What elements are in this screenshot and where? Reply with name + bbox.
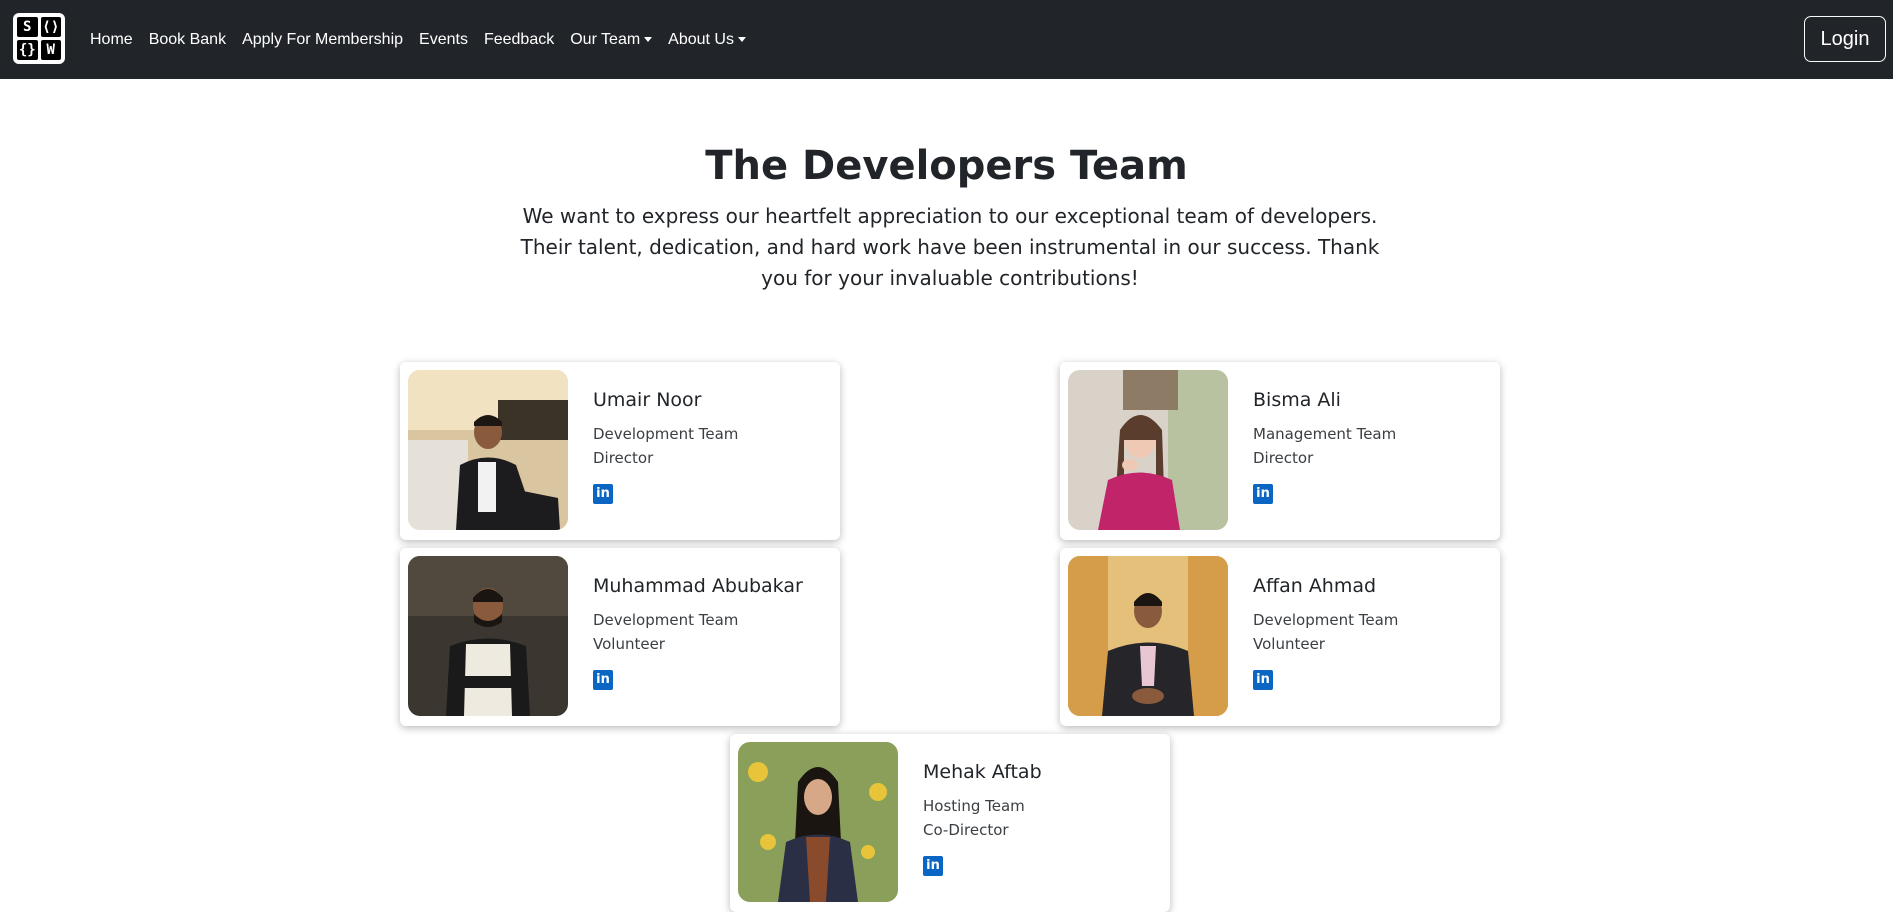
nav-our-team-dropdown[interactable]: Our Team bbox=[570, 30, 653, 49]
member-role: Director bbox=[593, 449, 654, 467]
member-photo bbox=[738, 742, 898, 902]
nav-menu: Home Book Bank Apply For Membership Even… bbox=[90, 0, 762, 79]
page-title: The Developers Team bbox=[705, 143, 1188, 189]
nav-about-us-label: About Us bbox=[668, 30, 734, 48]
member-team: Development Team bbox=[593, 611, 739, 629]
nav-apply-membership[interactable]: Apply For Membership bbox=[242, 31, 403, 49]
member-photo bbox=[1068, 370, 1228, 530]
member-team: Development Team bbox=[1253, 611, 1399, 629]
member-name: Umair Noor bbox=[593, 389, 702, 411]
member-card: Muhammad Abubakar Development Team Volun… bbox=[400, 548, 840, 726]
member-role: Co-Director bbox=[923, 821, 1009, 839]
member-name: Muhammad Abubakar bbox=[593, 575, 803, 597]
member-card: Umair Noor Development Team Director in bbox=[400, 362, 840, 540]
login-button[interactable]: Login bbox=[1804, 16, 1886, 62]
member-role: Volunteer bbox=[593, 635, 665, 653]
member-team: Development Team bbox=[593, 425, 739, 443]
nav-events[interactable]: Events bbox=[419, 31, 468, 49]
member-card: Mehak Aftab Hosting Team Co-Director in bbox=[730, 734, 1170, 912]
intro-text: We want to express our heartfelt appreci… bbox=[520, 204, 1380, 290]
member-team: Hosting Team bbox=[923, 797, 1025, 815]
logo-cell: S bbox=[17, 17, 38, 37]
caret-down-icon bbox=[644, 36, 653, 42]
linkedin-icon[interactable]: in bbox=[923, 856, 943, 876]
member-name: Bisma Ali bbox=[1253, 389, 1341, 411]
member-name: Affan Ahmad bbox=[1253, 575, 1377, 597]
linkedin-icon[interactable]: in bbox=[1253, 670, 1273, 690]
logo-cell: ⟨⟩ bbox=[40, 17, 61, 37]
member-role: Director bbox=[1253, 449, 1314, 467]
member-photo bbox=[408, 556, 568, 716]
member-role: Volunteer bbox=[1253, 635, 1325, 653]
logo-cell: W bbox=[40, 40, 61, 60]
member-card: Affan Ahmad Development Team Volunteer i… bbox=[1060, 548, 1500, 726]
site-logo[interactable]: S ⟨⟩ {} W bbox=[13, 13, 65, 64]
member-card: Bisma Ali Management Team Director in bbox=[1060, 362, 1500, 540]
member-photo bbox=[1068, 556, 1228, 716]
navbar: S ⟨⟩ {} W Home Book Bank Apply For Membe… bbox=[0, 0, 1893, 79]
nav-our-team-label: Our Team bbox=[570, 30, 641, 48]
member-photo bbox=[408, 370, 568, 530]
linkedin-icon[interactable]: in bbox=[593, 670, 613, 690]
nav-feedback[interactable]: Feedback bbox=[484, 31, 554, 49]
nav-home[interactable]: Home bbox=[90, 31, 133, 49]
nav-book-bank[interactable]: Book Bank bbox=[149, 31, 226, 49]
member-name: Mehak Aftab bbox=[923, 761, 1042, 783]
member-team: Management Team bbox=[1253, 425, 1397, 443]
nav-about-us-dropdown[interactable]: About Us bbox=[668, 31, 746, 49]
caret-down-icon bbox=[737, 36, 746, 42]
linkedin-icon[interactable]: in bbox=[1253, 484, 1273, 504]
logo-cell: {} bbox=[17, 40, 38, 60]
linkedin-icon[interactable]: in bbox=[593, 484, 613, 504]
